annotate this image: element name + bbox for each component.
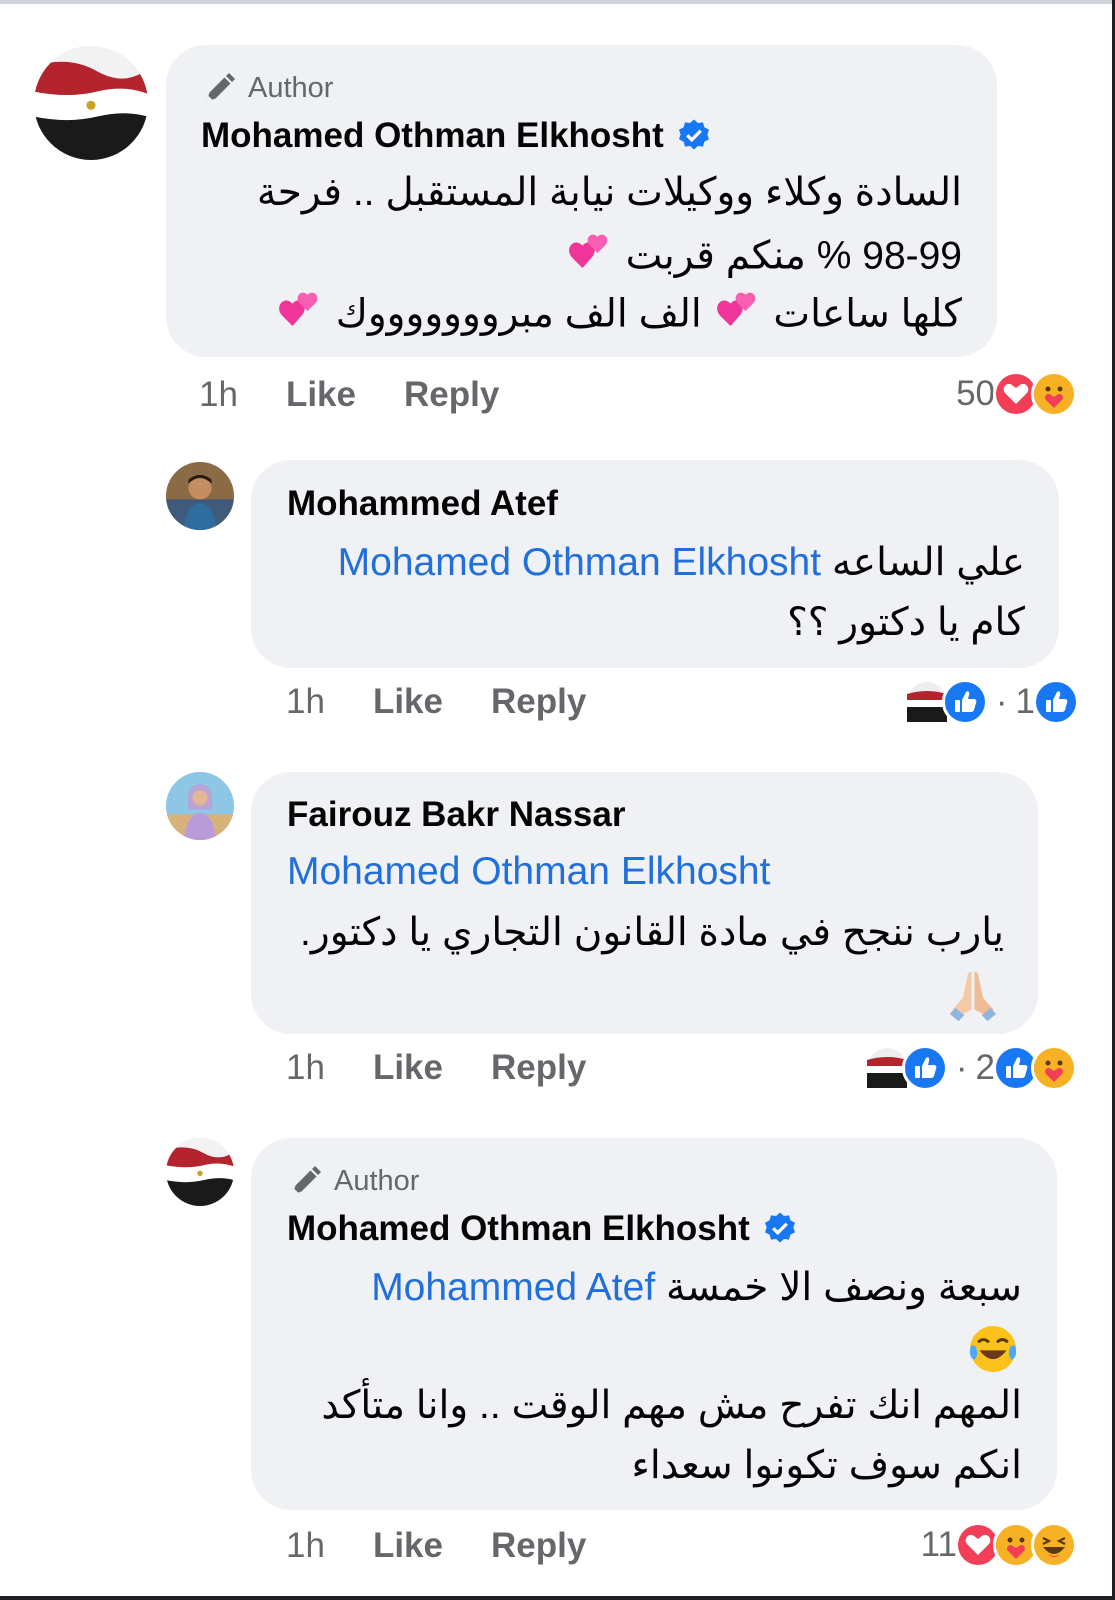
two-hearts-emoji-icon [275,286,325,346]
author-badge: Author [288,1163,419,1199]
reaction-summary[interactable]: 50 [956,371,1077,417]
timestamp[interactable]: 1h [286,1048,325,1088]
two-hearts-emoji-icon [565,228,615,288]
comment-text-line: كام يا دكتور ؟؟ [787,601,1025,644]
commenter-name-row[interactable]: Fairouz Bakr Nassar [287,795,625,835]
avatar[interactable] [34,46,148,160]
egypt-flag-avatar-image [34,46,148,160]
like-icon [901,1045,948,1091]
tears-of-joy-emoji-icon [966,1322,1020,1386]
separator-dot: · [955,1048,968,1087]
author-badge-label: Author [248,71,334,104]
reaction-count: 50 [956,374,995,413]
like-icon [941,679,988,725]
folded-hands-emoji-icon [944,966,1002,1034]
comment-text-segment: علي الساعه [831,541,1025,584]
comment-text-segment: كلها ساعات [773,292,962,336]
author-badge-label: Author [334,1164,420,1197]
comment-actions: 1h Like Reply [199,375,499,415]
top-divider [0,0,1115,4]
verified-badge-icon [764,1212,795,1243]
reply-button[interactable]: Reply [404,375,499,415]
haha-icon [1031,1522,1077,1568]
reaction-summary[interactable]: · 2 [863,1045,1077,1091]
person-avatar-image [166,772,234,840]
author-badge: Author [202,70,333,106]
timestamp[interactable]: 1h [286,682,325,722]
mention-link[interactable]: Mohamed Othman Elkhosht [338,541,821,584]
comment-text-line: 98-99 % منكم قربت [565,228,962,288]
comment-text-line: علي الساعه Mohamed Othman Elkhosht [338,540,1025,585]
two-hearts-emoji-icon [713,286,763,346]
timestamp[interactable]: 1h [199,375,238,415]
reaction-summary[interactable]: · 1 [903,679,1079,725]
mention-link[interactable]: Mohammed Atef [371,1266,655,1309]
commenter-name[interactable]: Mohammed Atef [287,484,558,524]
comment-text-line: انكم سوف تكونوا سعداء [631,1444,1022,1487]
like-icon [1033,679,1079,725]
frame-bottom-edge [0,1596,1115,1600]
comment-text-line: سبعة ونصف الا خمسة Mohammed Atef [371,1265,1022,1310]
comment-text-segment: الف الف مبروووووووك [335,292,702,336]
person-avatar-image [166,462,234,530]
commenter-name[interactable]: Fairouz Bakr Nassar [287,795,625,835]
comment-text-line: يارب ننجح في مادة القانون التجاري يا دكت… [300,911,1004,954]
commenter-name[interactable]: Mohamed Othman Elkhosht [287,1209,750,1249]
egypt-flag-avatar-image [166,1138,234,1206]
commenter-name-row[interactable]: Mohamed Othman Elkhosht [287,1209,798,1249]
reply-button[interactable]: Reply [491,1526,586,1566]
care-icon [1031,371,1077,417]
comment-actions: 1h Like Reply [286,682,586,722]
reply-button[interactable]: Reply [491,682,586,722]
commenter-name-row[interactable]: Mohammed Atef [287,484,558,524]
separator-dot: · [995,682,1008,721]
like-button[interactable]: Like [373,1048,443,1088]
like-button[interactable]: Like [373,1526,443,1566]
comment-text-segment: 98-99 % منكم قربت [625,234,962,278]
comment-text-line: المهم انك تفرح مش مهم الوقت .. وانا متأك… [321,1384,1022,1427]
reaction-count: 11 [920,1525,957,1564]
pen-icon [292,1166,321,1195]
pen-icon [206,73,235,102]
comment-text-line: السادة وكلاء ووكيلات نيابة المستقبل .. ف… [256,171,962,214]
like-button[interactable]: Like [286,375,356,415]
avatar[interactable] [166,1138,234,1206]
comment-actions: 1h Like Reply [286,1048,586,1088]
care-icon [1031,1045,1077,1091]
comment-text-segment: سبعة ونصف الا خمسة [666,1266,1022,1309]
comment-text-line: كلها ساعات الف الف مبروووووووك [275,286,962,346]
reply-button[interactable]: Reply [491,1048,586,1088]
reaction-summary[interactable]: 11 [921,1522,1077,1568]
like-button[interactable]: Like [373,682,443,722]
avatar[interactable] [166,772,234,840]
avatar[interactable] [166,462,234,530]
comment-actions: 1h Like Reply [286,1526,586,1566]
commenter-name[interactable]: Mohamed Othman Elkhosht [201,116,664,156]
mention-link[interactable]: Mohamed Othman Elkhosht [287,850,770,894]
verified-badge-icon [678,119,709,150]
commenter-name-row[interactable]: Mohamed Othman Elkhosht [201,116,712,156]
timestamp[interactable]: 1h [286,1526,325,1566]
